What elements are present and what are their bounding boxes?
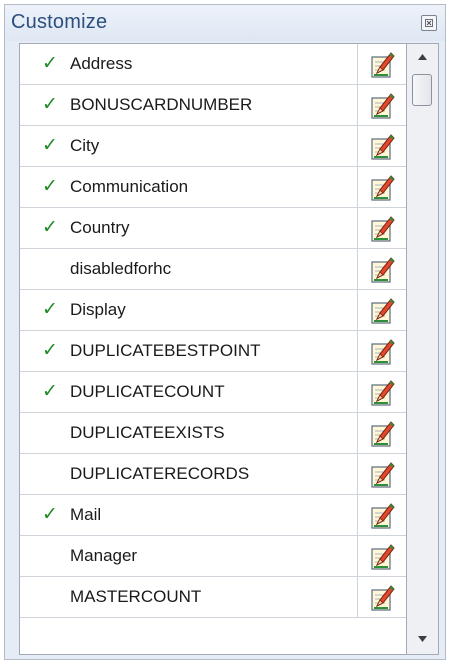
edit-icon <box>371 503 395 529</box>
scroll-down-arrow-icon <box>418 636 427 642</box>
panel-title: Customize <box>11 11 108 33</box>
checkmark-icon: ✓ <box>42 380 58 402</box>
edit-field-button[interactable] <box>358 249 406 289</box>
field-row[interactable]: disabledforhc <box>20 249 406 290</box>
field-label: Communication <box>62 167 358 207</box>
edit-icon <box>371 175 395 201</box>
edit-field-button[interactable] <box>358 290 406 330</box>
visibility-toggle[interactable]: ✓ <box>20 290 62 330</box>
panel-titlebar: Customize <box>5 5 445 41</box>
edit-icon <box>371 93 395 119</box>
field-label: Manager <box>62 536 358 576</box>
visibility-toggle[interactable]: ✓ <box>20 372 62 412</box>
field-label: disabledforhc <box>62 249 358 289</box>
field-row[interactable]: ✓ Country <box>20 208 406 249</box>
edit-icon <box>371 585 395 611</box>
edit-field-button[interactable] <box>358 126 406 166</box>
edit-field-button[interactable] <box>358 44 406 84</box>
field-label: Display <box>62 290 358 330</box>
visibility-toggle[interactable] <box>20 536 62 576</box>
field-row[interactable]: Manager <box>20 536 406 577</box>
edit-field-button[interactable] <box>358 495 406 535</box>
scroll-down-button[interactable] <box>407 626 438 654</box>
visibility-toggle[interactable]: ✓ <box>20 126 62 166</box>
visibility-toggle[interactable]: ✓ <box>20 331 62 371</box>
edit-field-button[interactable] <box>358 536 406 576</box>
field-row[interactable]: DUPLICATEEXISTS <box>20 413 406 454</box>
field-label: DUPLICATEBESTPOINT <box>62 331 358 371</box>
field-label: DUPLICATEEXISTS <box>62 413 358 453</box>
checkmark-icon: ✓ <box>42 175 58 197</box>
edit-field-button[interactable] <box>358 331 406 371</box>
field-label: DUPLICATERECORDS <box>62 454 358 494</box>
visibility-toggle[interactable]: ✓ <box>20 208 62 248</box>
checkmark-icon: ✓ <box>42 93 58 115</box>
field-label: BONUSCARDNUMBER <box>62 85 358 125</box>
checkmark-icon: ✓ <box>42 216 58 238</box>
edit-icon <box>371 134 395 160</box>
field-list: ✓ Address ✓ BONUSCARDNUMBER ✓ City ✓ Communicat… <box>19 43 407 655</box>
field-label: Country <box>62 208 358 248</box>
edit-field-button[interactable] <box>358 413 406 453</box>
visibility-toggle[interactable]: ✓ <box>20 167 62 207</box>
field-label: MASTERCOUNT <box>62 577 358 617</box>
field-label: Address <box>62 44 358 84</box>
field-label: City <box>62 126 358 166</box>
visibility-toggle[interactable] <box>20 454 62 494</box>
edit-icon <box>371 544 395 570</box>
field-row[interactable]: ✓ Display <box>20 290 406 331</box>
edit-field-button[interactable] <box>358 85 406 125</box>
edit-icon <box>371 52 395 78</box>
field-row[interactable]: ✓ Address <box>20 44 406 85</box>
edit-icon <box>371 257 395 283</box>
edit-field-button[interactable] <box>358 372 406 412</box>
field-row[interactable]: ✓ City <box>20 126 406 167</box>
checkmark-icon: ✓ <box>42 503 58 525</box>
edit-icon <box>371 339 395 365</box>
edit-field-button[interactable] <box>358 577 406 617</box>
close-icon <box>425 19 433 27</box>
visibility-toggle[interactable] <box>20 249 62 289</box>
checkmark-icon: ✓ <box>42 339 58 361</box>
scroll-thumb[interactable] <box>412 74 432 106</box>
field-row[interactable]: ✓ DUPLICATEBESTPOINT <box>20 331 406 372</box>
edit-icon <box>371 380 395 406</box>
visibility-toggle[interactable]: ✓ <box>20 44 62 84</box>
checkmark-icon: ✓ <box>42 52 58 74</box>
customize-panel: Customize ✓ Address ✓ BONUSCARDNUMBER ✓ City ✓… <box>4 4 446 660</box>
scroll-up-button[interactable] <box>407 44 438 72</box>
edit-field-button[interactable] <box>358 454 406 494</box>
edit-icon <box>371 462 395 488</box>
field-label: DUPLICATECOUNT <box>62 372 358 412</box>
edit-field-button[interactable] <box>358 208 406 248</box>
scroll-up-arrow-icon <box>418 54 427 60</box>
field-row[interactable]: MASTERCOUNT <box>20 577 406 618</box>
checkmark-icon: ✓ <box>42 134 58 156</box>
edit-icon <box>371 216 395 242</box>
visibility-toggle[interactable]: ✓ <box>20 495 62 535</box>
vertical-scrollbar[interactable] <box>407 43 439 655</box>
visibility-toggle[interactable] <box>20 413 62 453</box>
edit-field-button[interactable] <box>358 167 406 207</box>
edit-icon <box>371 298 395 324</box>
field-row[interactable]: ✓ Mail <box>20 495 406 536</box>
visibility-toggle[interactable]: ✓ <box>20 85 62 125</box>
field-row[interactable]: ✓ Communication <box>20 167 406 208</box>
field-row[interactable]: ✓ DUPLICATECOUNT <box>20 372 406 413</box>
checkmark-icon: ✓ <box>42 298 58 320</box>
field-row[interactable]: ✓ BONUSCARDNUMBER <box>20 85 406 126</box>
close-button[interactable] <box>421 15 437 31</box>
edit-icon <box>371 421 395 447</box>
field-row[interactable]: DUPLICATERECORDS <box>20 454 406 495</box>
visibility-toggle[interactable] <box>20 577 62 617</box>
field-label: Mail <box>62 495 358 535</box>
